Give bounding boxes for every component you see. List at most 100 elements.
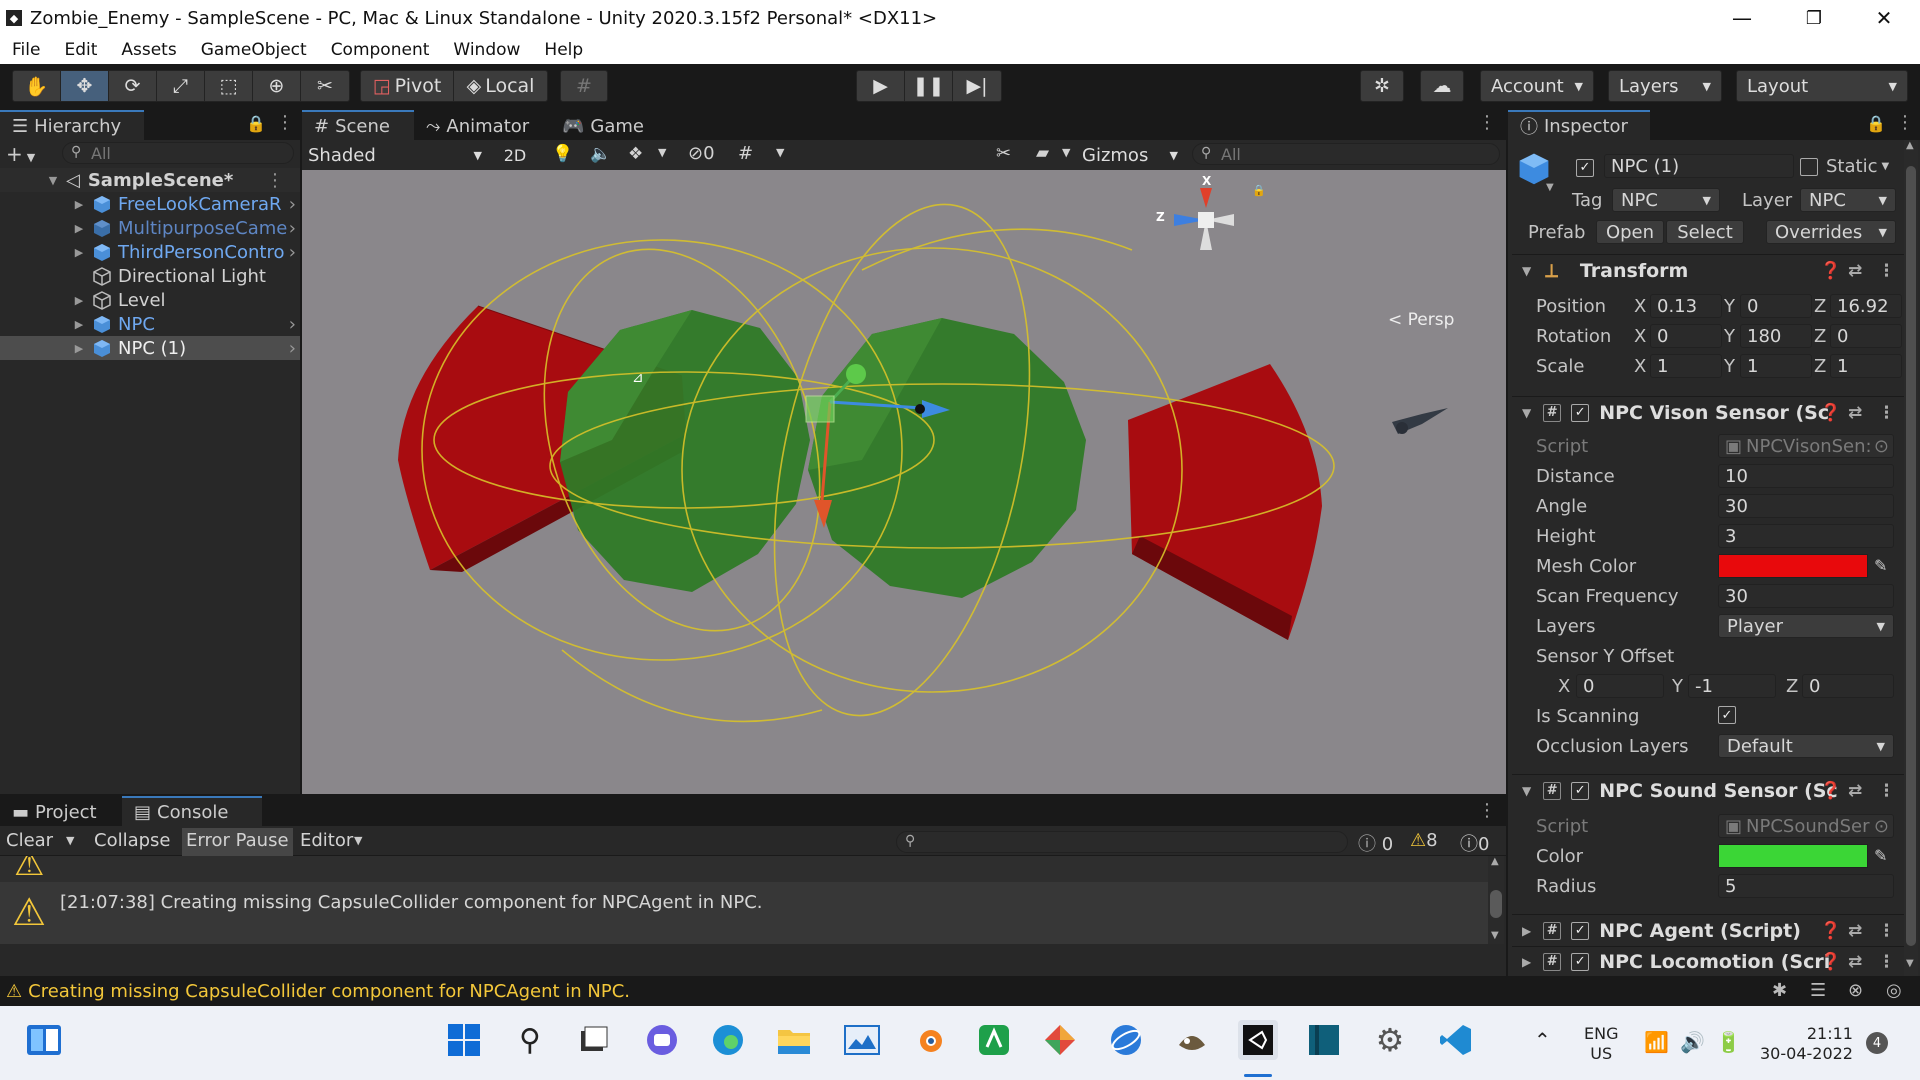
lock-icon[interactable]: 🔒	[1866, 114, 1886, 133]
more-options-icon[interactable]: ⋮	[1878, 403, 1895, 423]
help-icon[interactable]: ❓	[1820, 261, 1841, 281]
volume-icon[interactable]: 🔊	[1680, 1030, 1705, 1054]
position-y-field[interactable]: 0	[1740, 294, 1812, 318]
minimize-button[interactable]: —	[1706, 0, 1778, 36]
scene-root[interactable]: ▼ ◁ SampleScene* ⋮	[0, 168, 300, 192]
hierarchy-item[interactable]: Directional Light	[0, 264, 300, 288]
photos-icon[interactable]	[842, 1020, 882, 1060]
height-field[interactable]: 3	[1718, 524, 1894, 548]
chevron-right-icon[interactable]: ›	[289, 242, 296, 263]
menu-component[interactable]: Component	[319, 40, 442, 60]
caret-down-icon[interactable]: ▼	[66, 834, 74, 847]
scan-frequency-field[interactable]: 30	[1718, 584, 1894, 608]
more-options-icon[interactable]: ⋮	[1878, 261, 1895, 281]
menu-file[interactable]: File	[0, 40, 52, 60]
error-count[interactable]: ⓘ0	[1460, 830, 1489, 856]
position-x-field[interactable]: 0.13	[1650, 294, 1722, 318]
is-scanning-checkbox[interactable]: ✓	[1718, 706, 1736, 724]
battery-icon[interactable]: 🔋	[1716, 1030, 1741, 1054]
bookshelf-icon[interactable]	[1304, 1020, 1344, 1060]
chevron-right-icon[interactable]: ›	[289, 338, 296, 359]
help-icon[interactable]: ❓	[1820, 403, 1841, 423]
expand-icon[interactable]: ▶	[72, 318, 86, 331]
hand-tool-icon[interactable]: ✋	[13, 71, 61, 101]
warn-count[interactable]: ⚠8	[1410, 830, 1438, 851]
console-row-partial[interactable]: ⚠	[0, 856, 1488, 882]
layers-dropdown[interactable]: Layers ▼	[1608, 70, 1722, 102]
tab-inspector[interactable]: ⓘ Inspector	[1508, 110, 1650, 140]
move-tool-icon[interactable]: ✥	[61, 71, 109, 101]
persp-label[interactable]: < Persp	[1388, 310, 1454, 330]
preset-icon[interactable]: ⇄	[1848, 781, 1862, 801]
vision-sensor-header[interactable]: ▼ # ✓ NPC Vison Sensor (Sc ❓ ⇄ ⋮	[1512, 396, 1912, 428]
tab-scene[interactable]: # Scene	[302, 110, 414, 140]
caret-down-icon[interactable]: ▼	[1062, 146, 1070, 159]
grid-icon[interactable]: #	[738, 143, 753, 164]
hierarchy-search[interactable]: ⚲ All	[62, 142, 294, 164]
scene-search[interactable]: ⚲ All	[1192, 143, 1500, 165]
tab-console[interactable]: ▤ Console	[122, 796, 262, 826]
scrollbar-thumb[interactable]	[1906, 166, 1916, 946]
rotation-x-field[interactable]: 0	[1650, 324, 1722, 348]
start-icon[interactable]	[444, 1020, 484, 1060]
transform-header[interactable]: ▼ ⟂ Transform ❓ ⇄ ⋮	[1512, 254, 1912, 286]
inspector-scrollbar[interactable]: ▲ ▼	[1904, 140, 1918, 976]
help-icon[interactable]: ❓	[1820, 952, 1841, 972]
play-button[interactable]: ▶	[857, 71, 905, 101]
npc-agent-header[interactable]: ▶ # ✓ NPC Agent (Script) ❓ ⇄ ⋮	[1512, 914, 1912, 946]
hierarchy-item-selected[interactable]: ▶ NPC (1) ›	[0, 336, 300, 360]
settings-gear-icon[interactable]: ⚙	[1370, 1020, 1410, 1060]
lighting-icon[interactable]: 💡	[552, 144, 573, 164]
preset-icon[interactable]: ⇄	[1848, 921, 1862, 941]
more-options-icon[interactable]: ⋮	[1896, 112, 1914, 133]
sound-color-swatch[interactable]	[1718, 844, 1868, 868]
menu-assets[interactable]: Assets	[109, 40, 188, 60]
close-button[interactable]: ✕	[1848, 0, 1920, 36]
scale-tool-icon[interactable]: ⤢	[157, 71, 205, 101]
lock-icon[interactable]: 🔒	[246, 114, 266, 133]
tray-expand-icon[interactable]: ⌃	[1534, 1028, 1551, 1052]
gimp-icon[interactable]	[1172, 1020, 1212, 1060]
active-toggle[interactable]: ✓	[1576, 156, 1594, 177]
visibility-icon[interactable]: ⊘0	[688, 143, 715, 164]
mesh-color-swatch[interactable]	[1718, 554, 1868, 578]
chevron-right-icon[interactable]: ›	[289, 194, 296, 215]
hierarchy-item[interactable]: ▶ NPC ›	[0, 312, 300, 336]
console-scrollbar[interactable]: ▲ ▼	[1488, 856, 1504, 944]
scale-z-field[interactable]: 1	[1830, 354, 1902, 378]
npc-locomotion-header[interactable]: ▶ # ✓ NPC Locomotion (Scri ❓ ⇄ ⋮	[1512, 946, 1912, 976]
hierarchy-item[interactable]: ▶ Level	[0, 288, 300, 312]
wifi-icon[interactable]: 📶	[1644, 1030, 1669, 1054]
language-indicator[interactable]: ENG US	[1584, 1024, 1618, 1064]
layout-dropdown[interactable]: Layout ▼	[1736, 70, 1908, 102]
pause-button[interactable]: ❚❚	[905, 71, 953, 101]
error-pause-button[interactable]: Error Pause	[182, 828, 293, 856]
more-options-icon[interactable]: ⋮	[1878, 952, 1895, 972]
layers-field-dropdown[interactable]: Player ▼	[1718, 614, 1894, 638]
distance-field[interactable]: 10	[1718, 464, 1894, 488]
blender-icon[interactable]	[908, 1020, 948, 1060]
unity-taskbar-icon[interactable]	[1238, 1020, 1278, 1060]
debug-icon[interactable]: ⊗	[1848, 980, 1863, 1001]
chevron-right-icon[interactable]: ›	[289, 314, 296, 335]
radius-field[interactable]: 5	[1718, 874, 1894, 898]
offset-y-field[interactable]: -1	[1688, 674, 1776, 698]
menu-gameobject[interactable]: GameObject	[189, 40, 319, 60]
menu-window[interactable]: Window	[441, 40, 532, 60]
audio-icon[interactable]: 🔈	[590, 144, 611, 164]
tab-hierarchy[interactable]: ☰ Hierarchy	[0, 110, 144, 140]
tab-animator[interactable]: ⤳ Animator	[414, 110, 550, 140]
help-icon[interactable]: ❓	[1820, 781, 1841, 801]
clock[interactable]: 21:11 30-04-2022	[1760, 1024, 1853, 1064]
offset-x-field[interactable]: 0	[1576, 674, 1664, 698]
menu-edit[interactable]: Edit	[52, 40, 109, 60]
checkmark-icon[interactable]: ✓	[1571, 952, 1590, 971]
sound-sensor-header[interactable]: ▼ # ✓ NPC Sound Sensor (Sc ❓ ⇄ ⋮	[1512, 774, 1912, 806]
more-options-icon[interactable]: ⋮	[1478, 800, 1496, 821]
chevron-right-icon[interactable]: ›	[289, 218, 296, 239]
transform-tool-icon[interactable]: ⊕	[253, 71, 301, 101]
hierarchy-item[interactable]: ▶ FreeLookCameraR ›	[0, 192, 300, 216]
position-z-field[interactable]: 16.92	[1830, 294, 1902, 318]
scroll-down-icon[interactable]: ▼	[1906, 958, 1914, 969]
occlusion-layers-dropdown[interactable]: Default ▼	[1718, 734, 1894, 758]
